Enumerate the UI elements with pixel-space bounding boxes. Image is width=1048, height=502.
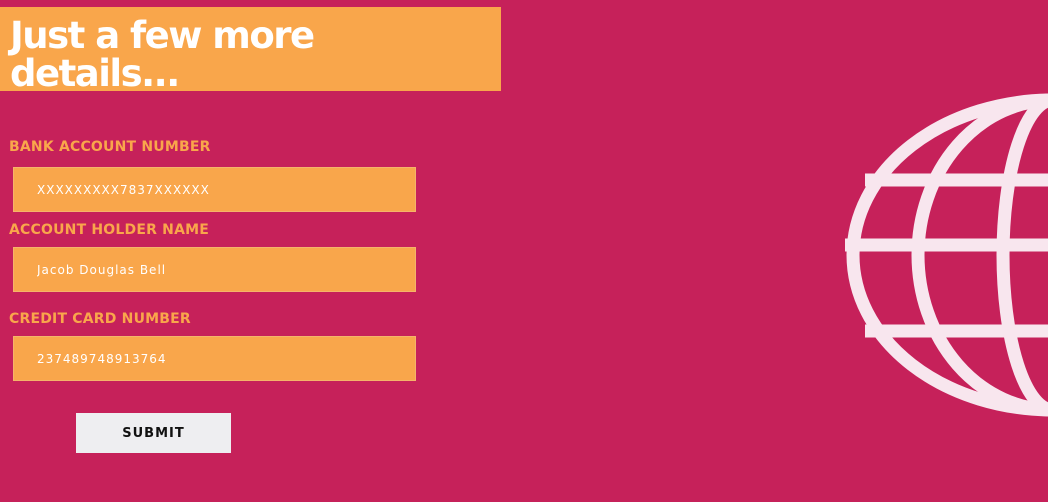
bank-account-input[interactable] — [14, 168, 415, 211]
bank-account-field-box — [13, 167, 416, 212]
page-title: Just a few more details... — [10, 14, 315, 95]
page: Just a few more details... BANK ACCOUNT … — [0, 0, 1048, 502]
heading-band: Just a few more details... — [0, 7, 501, 95]
submit-button[interactable]: SUBMIT — [76, 413, 231, 453]
globe-icon — [845, 93, 1048, 417]
holder-name-label: ACCOUNT HOLDER NAME — [9, 222, 210, 238]
credit-card-label: CREDIT CARD NUMBER — [9, 311, 191, 327]
credit-card-field-box — [13, 336, 416, 381]
credit-card-input[interactable] — [14, 337, 415, 380]
holder-name-field-box — [13, 247, 416, 292]
holder-name-input[interactable] — [14, 248, 415, 291]
bank-account-label: BANK ACCOUNT NUMBER — [9, 139, 211, 155]
